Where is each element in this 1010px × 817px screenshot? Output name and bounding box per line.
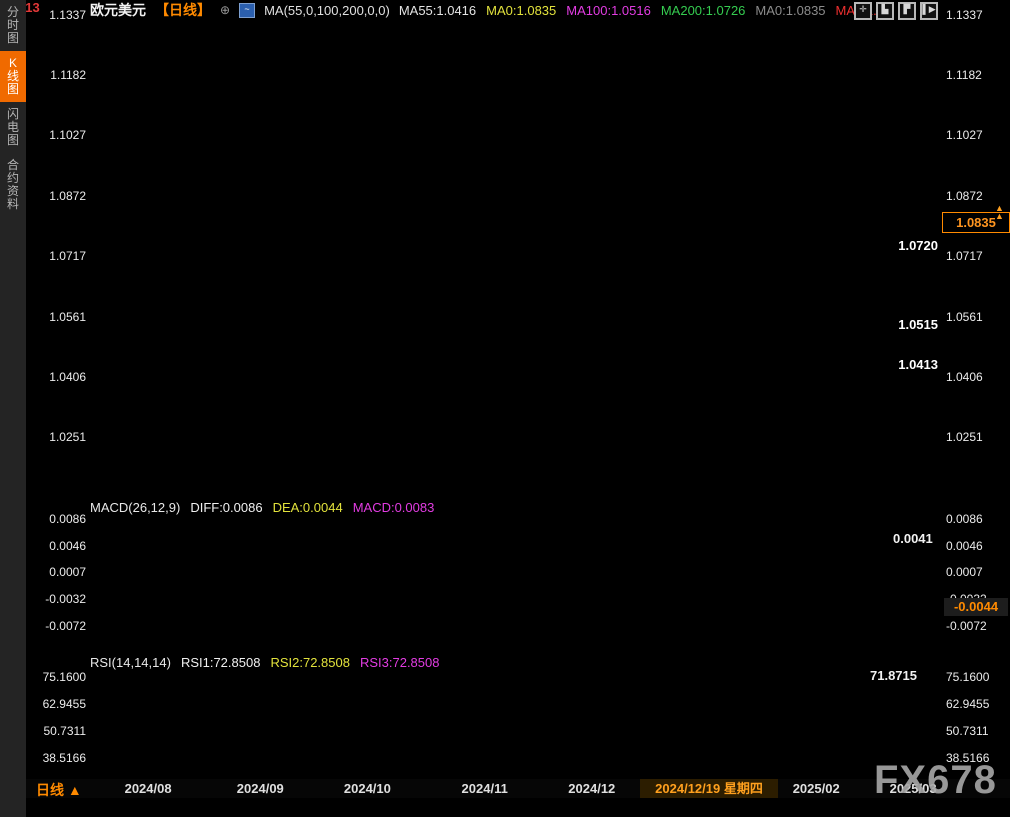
macdhdr-value-1: DIFF:0.0086	[190, 500, 262, 515]
rsi-axis-label: 62.9455	[946, 697, 989, 711]
date-tick: 2024/09	[237, 781, 284, 796]
symbol-title: 欧元美元	[90, 0, 146, 20]
level-line-label: 1.0720	[866, 238, 938, 253]
macd-axis-label: 0.0046	[946, 539, 983, 553]
ma-values: MA55:1.0416 MA0:1.0835 MA100:1.0516 MA200:1…	[399, 3, 877, 18]
rsi-axis-label: 50.7311	[946, 724, 989, 738]
sidebar-item-label: 闪电图	[7, 108, 20, 147]
price-axis-label: 1.0561	[946, 310, 983, 324]
price-axis-label: 1.0717	[946, 249, 983, 263]
price-axis-label: 1.1027	[946, 128, 983, 142]
rsihdr-value-1: RSI1:72.8508	[181, 655, 261, 670]
rsi-axis-label: 50.7311	[36, 724, 86, 738]
macd-axis-label: -0.0072	[946, 619, 987, 633]
date-tick: 2024/08	[125, 781, 172, 796]
macd-axis-label: 0.0086	[36, 512, 86, 526]
sidebar-item-3[interactable]: 闪电图	[0, 102, 26, 153]
price-axis-label: 1.0561	[36, 310, 86, 324]
price-arrow-icon[interactable]: ▲▲	[995, 204, 1004, 220]
rsi-axis-label: 38.5166	[36, 751, 86, 765]
sidebar-item-label: K线图	[7, 57, 20, 96]
macd-axis-label: 0.0007	[946, 565, 983, 579]
macdhdr-title: MACD(26,12,9)	[90, 500, 180, 515]
macd-highlight-label: -0.0044	[944, 598, 1008, 616]
charting-app: 分时图 K线图闪电图合约资料 欧元美元 【日线】 ⊕ ~ MA(55,0,100,…	[0, 0, 1010, 817]
level-line-label: 1.0413	[866, 357, 938, 372]
window-icons: ✛▙▛▌▶	[854, 2, 938, 20]
price-axis-label: 1.0251	[36, 430, 86, 444]
sidebar: 分时图 K线图闪电图合约资料	[0, 0, 26, 817]
price-axis-label: 1.0872	[946, 189, 983, 203]
macd-axis-label: 0.0086	[946, 512, 983, 526]
price-axis-label: 1.1182	[946, 68, 982, 82]
ma-value-5: MA0:1.0835	[755, 3, 825, 18]
macd-axis-label: 0.0046	[36, 539, 86, 553]
price-axis-label: 1.1337	[946, 8, 983, 22]
rsihdr-title: RSI(14,14,14)	[90, 655, 171, 670]
ma-settings-label: MA(55,0,100,200,0,0)	[264, 3, 390, 18]
price-axis-label: 1.0406	[946, 370, 983, 384]
macd-axis-label: 0.0007	[36, 565, 86, 579]
rsihdr-value-2: RSI2:72.8508	[270, 655, 350, 670]
sidebar-item-4[interactable]: 合约资料	[0, 153, 26, 217]
rsi-current-label: 71.8715	[870, 668, 917, 683]
macd-axis-label: -0.0032	[36, 592, 86, 606]
rsi-axis-label: 62.9455	[36, 697, 86, 711]
crosshair-icon[interactable]: ✛	[854, 2, 872, 20]
price-axis-label: 1.0872	[36, 189, 86, 203]
indicator-toolbar	[26, 798, 1010, 817]
date-tick: 2025/02	[793, 781, 840, 796]
chart-header: 欧元美元 【日线】 ⊕ ~ MA(55,0,100,200,0,0) MA55:…	[90, 2, 877, 18]
pane-layout-icon[interactable]: ▛	[898, 2, 916, 20]
price-axis-label: 1.0717	[36, 249, 86, 263]
sidebar-item-label: 合约资料	[7, 159, 20, 211]
price-axis-label: 1.0406	[36, 370, 86, 384]
watermark: FX678	[874, 758, 997, 803]
macd-header: MACD(26,12,9) DIFF:0.0086 DEA:0.0044 MACD:0…	[90, 500, 434, 515]
price-axis-label: 1.0251	[946, 430, 983, 444]
price-axis-label: 1.1337	[36, 8, 86, 22]
link-icon[interactable]: ⊕	[220, 3, 230, 17]
macd-axis-label: -0.0072	[36, 619, 86, 633]
ma-value-3: MA100:1.0516	[566, 3, 651, 18]
rsi-header: RSI(14,14,14) RSI1:72.8508 RSI2:72.8508 RSI…	[90, 655, 439, 670]
ma-value-1: MA55:1.0416	[399, 3, 476, 18]
macdhdr-value-3: MACD:0.0083	[353, 500, 435, 515]
ma-value-2: MA0:1.0835	[486, 3, 556, 18]
period-dropdown[interactable]: 日线 ▲	[36, 780, 82, 800]
x-axis-band: 日线 ▲ 2024/12/19 星期四 2024/08 2024/09 2024/1…	[26, 779, 1010, 798]
date-tick: 2024/11	[462, 781, 508, 796]
period-badge[interactable]: 【日线】	[155, 0, 211, 20]
date-tick: 2024/10	[344, 781, 391, 796]
price-axis-label: 1.1182	[36, 68, 86, 82]
ma-value-4: MA200:1.0726	[661, 3, 746, 18]
chart-canvas[interactable]	[0, 0, 1010, 817]
sidebar-item-2[interactable]: K线图	[0, 51, 26, 102]
macd-dea-label: 0.0041	[893, 531, 933, 546]
level-line-label: 1.0515	[866, 317, 938, 332]
selected-date-badge: 2024/12/19 星期四	[640, 779, 778, 798]
sidebar-item-label: 分时图	[7, 6, 20, 45]
date-tick: 2024/12	[568, 781, 615, 796]
rsi-axis-label: 75.1600	[946, 670, 989, 684]
rsi-axis-label: 75.1600	[36, 670, 86, 684]
pane-add-icon[interactable]: ▙	[876, 2, 894, 20]
rsihdr-value-3: RSI3:72.8508	[360, 655, 440, 670]
pane-dock-icon[interactable]: ▌▶	[920, 2, 938, 20]
price-axis-label: 1.1027	[36, 128, 86, 142]
sidebar-item-1[interactable]: 分时图	[0, 0, 26, 51]
macdhdr-value-2: DEA:0.0044	[273, 500, 343, 515]
ma-chart-icon[interactable]: ~	[239, 3, 255, 18]
